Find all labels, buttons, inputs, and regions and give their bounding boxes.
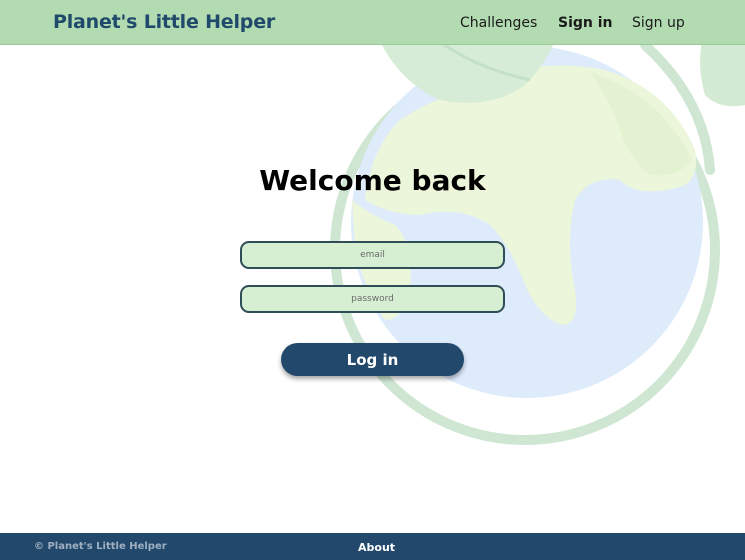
top-navbar: Planet's Little Helper Challenges Sign i… [0, 0, 745, 45]
globe-illustration [330, 0, 745, 445]
welcome-heading: Welcome back [259, 164, 486, 197]
login-page: Planet's Little Helper Challenges Sign i… [0, 0, 745, 560]
password-field[interactable] [240, 285, 505, 313]
email-field[interactable] [240, 241, 505, 269]
brand-logo-link[interactable]: Planet's Little Helper [53, 11, 275, 33]
footer: © Planet's Little Helper About [0, 533, 745, 560]
nav-sign-in-link[interactable]: Sign in [558, 15, 613, 31]
footer-copyright: © Planet's Little Helper [34, 541, 167, 552]
nav-challenges-link[interactable]: Challenges [460, 15, 537, 31]
footer-about-link[interactable]: About [358, 541, 395, 554]
nav-sign-up-link[interactable]: Sign up [632, 15, 685, 31]
login-button[interactable]: Log in [281, 343, 464, 376]
